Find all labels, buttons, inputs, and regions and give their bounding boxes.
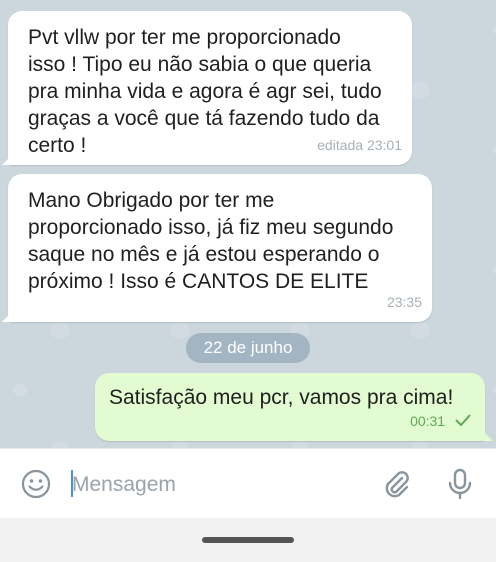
message-text: Mano Obrigado por ter me proporcionado i… xyxy=(28,189,394,293)
emoji-icon[interactable] xyxy=(20,468,52,500)
message-timestamp: 23:35 xyxy=(386,294,422,310)
bubble-tail xyxy=(2,312,12,322)
system-navigation-bar xyxy=(0,518,496,562)
message-timestamp: editada 23:01 xyxy=(317,137,402,153)
date-separator: 22 de junho xyxy=(186,333,310,363)
home-indicator[interactable] xyxy=(202,537,294,543)
bubble-tail xyxy=(483,431,493,441)
message-text: Satisfação meu pcr, vamos pra cima! xyxy=(109,386,454,409)
message-input[interactable] xyxy=(70,467,364,503)
outgoing-message[interactable]: Satisfação meu pcr, vamos pra cima! 00:3… xyxy=(95,373,485,441)
message-timestamp: 00:31 xyxy=(410,413,446,429)
microphone-icon[interactable] xyxy=(444,467,476,501)
incoming-message[interactable]: Mano Obrigado por ter me proporcionado i… xyxy=(8,174,432,322)
chat-area[interactable]: Pvt vllw por ter me proporcionado isso !… xyxy=(0,0,496,448)
message-meta: 00:31 xyxy=(410,408,471,435)
paperclip-icon[interactable] xyxy=(380,469,412,501)
bubble-tail xyxy=(2,155,12,165)
single-check-icon xyxy=(455,408,471,435)
incoming-message[interactable]: Pvt vllw por ter me proporcionado isso !… xyxy=(8,11,412,165)
message-composer xyxy=(0,448,496,518)
